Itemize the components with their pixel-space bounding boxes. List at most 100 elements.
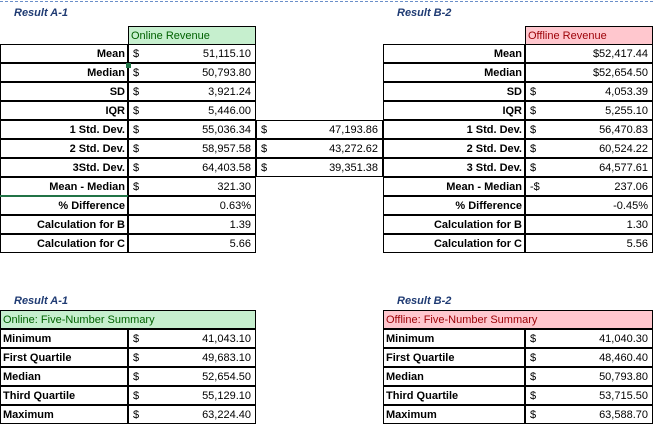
five-number-value-cell[interactable]: $53,715.50	[525, 386, 653, 405]
stat-value-cell[interactable]: 5.66	[128, 234, 256, 253]
stat-value-cell[interactable]: $60,524.22	[525, 139, 653, 158]
spreadsheet-grid[interactable]: Result A-1 Result B-2 Online Revenue Off…	[0, 0, 653, 427]
five-number-value: 48,460.40	[599, 352, 648, 364]
stat-label-cell[interactable]: 1 Std. Dev.	[0, 120, 128, 139]
stat-value: 55,036.34	[202, 124, 251, 136]
stat-label-cell[interactable]: Median	[0, 63, 128, 82]
stat-value-cell[interactable]: $55,036.34	[128, 120, 256, 139]
five-number-label-cell[interactable]: Maximum	[383, 405, 525, 424]
stat-label-cell[interactable]: Mean - Median	[0, 177, 128, 196]
stat-value-cell[interactable]: 1.39	[128, 215, 256, 234]
stat-label-cell[interactable]: Mean - Median	[383, 177, 525, 196]
stat-label-cell[interactable]: Mean	[0, 44, 128, 63]
result-b-top-title[interactable]: Result B-2	[395, 4, 505, 23]
offline-revenue-header[interactable]: Offline Revenue	[525, 26, 653, 45]
stat-value-cell[interactable]: $52,654.50	[525, 63, 653, 82]
currency-sign: $	[133, 124, 140, 136]
stat-value-cell[interactable]: $51,115.10	[128, 44, 256, 63]
five-number-value-cell[interactable]: $50,793.80	[525, 367, 653, 386]
page-break-line	[0, 1, 653, 2]
stat-label-cell[interactable]: IQR	[383, 101, 525, 120]
lower-bound-value: 39,351.38	[329, 162, 378, 174]
stat-value-cell[interactable]: $321.30	[128, 177, 256, 196]
stat-value-cell[interactable]: $64,577.61	[525, 158, 653, 177]
stat-label-cell[interactable]: IQR	[0, 101, 128, 120]
currency-sign: $	[530, 124, 537, 136]
stat-value: 1.39	[229, 219, 251, 231]
five-number-value-cell[interactable]: $41,040.30	[525, 329, 653, 348]
stat-value-cell[interactable]: 1.30	[525, 215, 653, 234]
five-number-label-cell[interactable]: First Quartile	[383, 348, 525, 367]
stat-value-cell[interactable]: $58,957.58	[128, 139, 256, 158]
five-number-label-cell[interactable]: Median	[0, 367, 128, 386]
result-a-top-title[interactable]: Result A-1	[12, 4, 122, 23]
stat-label-cell[interactable]: Calculation for B	[383, 215, 525, 234]
currency-sign: $	[133, 86, 140, 98]
five-number-value-cell[interactable]: $55,129.10	[128, 386, 256, 405]
stat-value-cell[interactable]: $56,470.83	[525, 120, 653, 139]
five-number-value-cell[interactable]: $49,683.10	[128, 348, 256, 367]
five-number-label-cell[interactable]: First Quartile	[0, 348, 128, 367]
online-revenue-header[interactable]: Online Revenue	[128, 26, 256, 45]
five-number-value: 63,588.70	[599, 409, 648, 421]
five-number-value: 50,793.80	[599, 371, 648, 383]
result-a-bottom-title[interactable]: Result A-1	[12, 292, 122, 311]
stat-label-cell[interactable]: % Difference	[383, 196, 525, 215]
stat-label-cell[interactable]: 1 Std. Dev.	[383, 120, 525, 139]
five-number-value-cell[interactable]: $63,588.70	[525, 405, 653, 424]
offline-five-number-header[interactable]: Offline: Five-Number Summary	[383, 310, 653, 329]
stat-value: 5,255.10	[605, 105, 648, 117]
stat-label-cell[interactable]: Median	[383, 63, 525, 82]
five-number-value: 52,654.50	[202, 371, 251, 383]
five-number-value-cell[interactable]: $63,224.40	[128, 405, 256, 424]
stat-value-cell[interactable]: $5,255.10	[525, 101, 653, 120]
stat-value: 5.66	[229, 238, 251, 250]
stat-label-cell[interactable]: 3Std. Dev.	[0, 158, 128, 177]
currency-sign: $	[530, 143, 537, 155]
stat-label-cell[interactable]: Mean	[383, 44, 525, 63]
stat-value-cell[interactable]: $50,793.80	[128, 63, 256, 82]
lower-bound-cell[interactable]: $43,272.62	[256, 139, 383, 158]
five-number-label-cell[interactable]: Median	[383, 367, 525, 386]
currency-sign: -$	[530, 181, 540, 193]
stat-value: 4,053.39	[605, 86, 648, 98]
five-number-value-cell[interactable]: $48,460.40	[525, 348, 653, 367]
stat-value-cell[interactable]: $4,053.39	[525, 82, 653, 101]
lower-bound-value: 47,193.86	[329, 124, 378, 136]
stat-label-cell[interactable]: Calculation for B	[0, 215, 128, 234]
five-number-value-cell[interactable]: $52,654.50	[128, 367, 256, 386]
stat-value-cell[interactable]: 0.63%	[128, 196, 256, 215]
five-number-label-cell[interactable]: Minimum	[383, 329, 525, 348]
stat-value-cell[interactable]: $5,446.00	[128, 101, 256, 120]
currency-sign: $	[261, 162, 268, 174]
stat-value: 0.63%	[219, 200, 251, 212]
stat-value-cell[interactable]: $64,403.58	[128, 158, 256, 177]
stat-label-cell[interactable]: Calculation for C	[0, 234, 128, 253]
currency-sign: $	[133, 162, 140, 174]
stat-value-cell[interactable]: -0.45%	[525, 196, 653, 215]
five-number-label-cell[interactable]: Third Quartile	[383, 386, 525, 405]
five-number-label-cell[interactable]: Minimum	[0, 329, 128, 348]
currency-sign: $	[261, 124, 268, 136]
fill-handle[interactable]	[126, 63, 131, 68]
stat-label-cell[interactable]: 3 Std. Dev.	[383, 158, 525, 177]
online-five-number-header[interactable]: Online: Five-Number Summary	[0, 310, 256, 329]
stat-label-cell[interactable]: % Difference	[0, 196, 128, 215]
five-number-value-cell[interactable]: $41,043.10	[128, 329, 256, 348]
lower-bound-cell[interactable]: $39,351.38	[256, 158, 383, 177]
five-number-label-cell[interactable]: Maximum	[0, 405, 128, 424]
stat-label-cell[interactable]: 2 Std. Dev.	[383, 139, 525, 158]
result-b-bottom-title[interactable]: Result B-2	[395, 292, 505, 311]
lower-bound-cell[interactable]: $47,193.86	[256, 120, 383, 139]
stat-label-cell[interactable]: SD	[0, 82, 128, 101]
stat-value-cell[interactable]: -$ 237.06	[525, 177, 653, 196]
five-number-value: 41,043.10	[202, 333, 251, 345]
stat-value-cell[interactable]: $3,921.24	[128, 82, 256, 101]
stat-label-cell[interactable]: Calculation for C	[383, 234, 525, 253]
stat-label-cell[interactable]: 2 Std. Dev.	[0, 139, 128, 158]
stat-value-cell[interactable]: $52,417.44	[525, 44, 653, 63]
stat-label-cell[interactable]: SD	[383, 82, 525, 101]
currency-sign: $	[133, 390, 140, 402]
stat-value-cell[interactable]: 5.56	[525, 234, 653, 253]
five-number-label-cell[interactable]: Third Quartile	[0, 386, 128, 405]
